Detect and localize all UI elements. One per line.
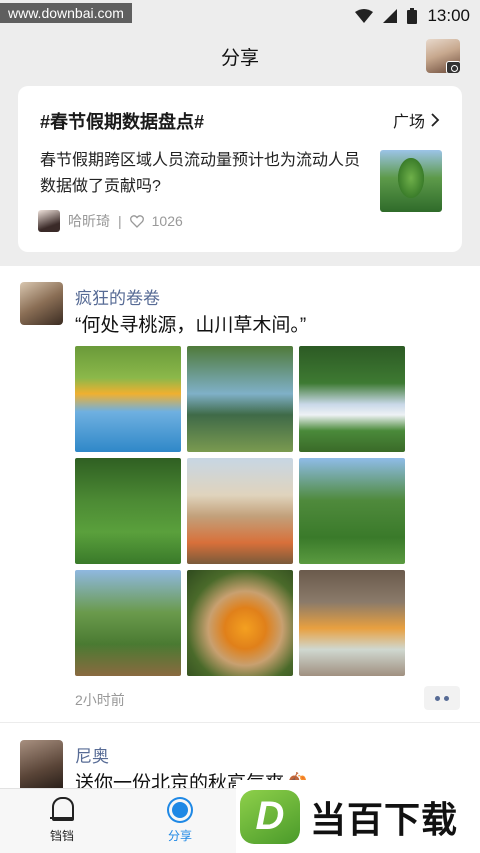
app-header: 分享	[0, 32, 480, 80]
dot-icon	[444, 695, 449, 701]
topic-title[interactable]: #春节假期数据盘点#	[40, 108, 204, 134]
meta-separator: |	[118, 213, 122, 229]
post2-author-avatar[interactable]	[20, 740, 63, 788]
photo-6[interactable]	[299, 458, 405, 564]
photo-grid	[75, 346, 405, 676]
plaza-link-label: 广场	[392, 114, 425, 131]
brand-watermark: D 当百下载	[236, 780, 480, 853]
topic-card[interactable]: #春节假期数据盘点# 广场 春节假期跨区域人员流动量预计也为流动人员数据做了贡献…	[18, 86, 462, 252]
photo-7[interactable]	[75, 570, 181, 676]
user-avatar[interactable]	[426, 39, 460, 73]
plaza-link[interactable]: 广场	[393, 108, 440, 132]
like-count: 1026	[151, 213, 183, 229]
topic-meta: 哈昕琦 | 1026	[38, 210, 183, 232]
watermark: www.downbai.com	[0, 3, 132, 23]
post-time: 2小时前	[75, 692, 125, 708]
photo-8[interactable]	[187, 570, 293, 676]
topic-text: 春节假期跨区域人员流动量预计也为流动人员数据做了贡献吗?	[40, 152, 361, 195]
post-author[interactable]: 疯狂的卷卷	[75, 284, 160, 309]
bell-icon	[50, 797, 74, 823]
page-title: 分享	[220, 47, 259, 69]
photo-2[interactable]	[187, 346, 293, 452]
tab-dangdang[interactable]: 铛铛	[40, 797, 84, 844]
post-divider	[0, 722, 480, 723]
topic-thumbnail[interactable]	[380, 150, 442, 212]
photo-1[interactable]	[75, 346, 181, 452]
camera-icon[interactable]	[446, 61, 460, 73]
post-author-avatar[interactable]	[20, 282, 63, 325]
sun-icon	[167, 797, 193, 823]
wifi-icon	[355, 9, 374, 23]
photo-4[interactable]	[75, 458, 181, 564]
tab-share[interactable]: 分享	[158, 797, 202, 844]
feed: 疯狂的卷卷 “何处寻桃源，山川草木间。” 2小时前 尼奥 送你一份北京的秋高气爽…	[0, 266, 480, 788]
chevron-right-icon	[431, 113, 440, 127]
post2-author[interactable]: 尼奥	[75, 742, 109, 767]
photo-5[interactable]	[187, 458, 293, 564]
status-time: 13:00	[427, 6, 470, 25]
brand-text: 当百下载	[310, 798, 459, 840]
more-options-button[interactable]	[424, 686, 460, 710]
tab-dangdang-label: 铛铛	[49, 829, 74, 843]
tab-share-label: 分享	[167, 829, 192, 843]
battery-icon	[407, 8, 418, 24]
post-text: “何处寻桃源，山川草木间。”	[75, 315, 307, 336]
signal-icon	[383, 9, 398, 23]
photo-9[interactable]	[299, 570, 405, 676]
topic-author-avatar[interactable]	[38, 210, 60, 232]
photo-3[interactable]	[299, 346, 405, 452]
heart-icon[interactable]	[129, 214, 144, 228]
topic-author[interactable]: 哈昕琦	[68, 211, 110, 231]
brand-logo-icon: D	[240, 789, 300, 844]
dot-icon	[435, 695, 440, 701]
